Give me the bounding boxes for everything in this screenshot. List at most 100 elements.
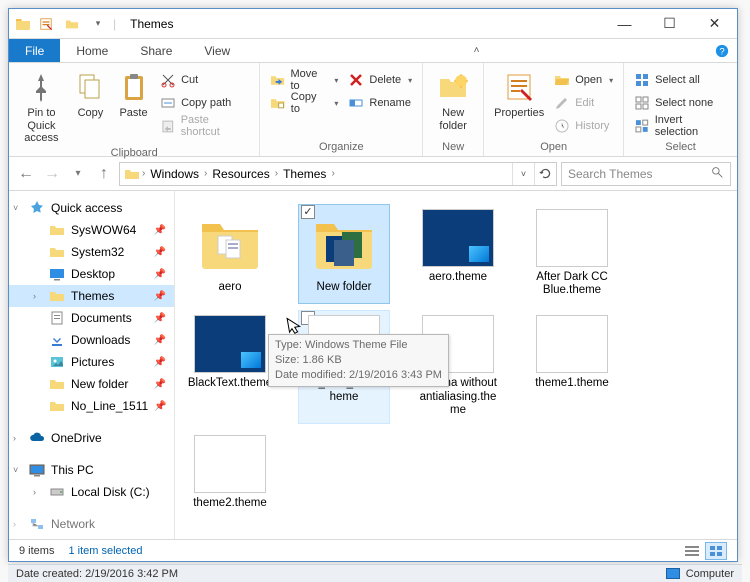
file-item[interactable]: After Dark CC Blue.theme (527, 205, 617, 303)
icons-view-button[interactable] (705, 542, 727, 560)
star-icon (29, 200, 45, 216)
file-list[interactable]: aero ✓ New folder aero.theme After Dark CC … (175, 191, 737, 539)
pin-icon: 📌 (154, 335, 166, 346)
recent-locations-button[interactable]: ▾ (67, 163, 89, 185)
group-label-open: Open (490, 139, 617, 156)
nav-downloads[interactable]: Downloads📌 (9, 329, 174, 351)
open-label: Open (575, 74, 602, 86)
nav-quick-access[interactable]: ˅ Quick access (9, 197, 174, 219)
open-button[interactable]: Open▾ (550, 69, 617, 91)
file-name: theme2.theme (193, 497, 267, 510)
help-button[interactable]: ? (707, 39, 737, 62)
forward-button[interactable]: → (41, 163, 63, 185)
expand-icon[interactable]: ˅ (13, 203, 18, 213)
history-button[interactable]: History (550, 115, 617, 137)
pin-icon: 📌 (154, 379, 166, 390)
nav-syswow64[interactable]: SysWOW64📌 (9, 219, 174, 241)
qat-properties-button[interactable] (35, 13, 57, 35)
nav-themes[interactable]: ›Themes📌 (9, 285, 174, 307)
selection-info: 1 item selected (68, 545, 142, 557)
edit-button[interactable]: Edit (550, 92, 617, 114)
select-all-button[interactable]: Select all (630, 69, 731, 91)
minimize-button[interactable]: — (602, 9, 647, 38)
search-placeholder: Search Themes (568, 167, 653, 181)
rename-button[interactable]: Rename (344, 92, 416, 114)
select-none-button[interactable]: Select none (630, 92, 731, 114)
file-name: New folder (317, 281, 372, 294)
tooltip: Type: Windows Theme File Size: 1.86 KB D… (268, 334, 449, 387)
nav-documents[interactable]: Documents📌 (9, 307, 174, 329)
invert-selection-button[interactable]: Invert selection (630, 115, 731, 137)
close-button[interactable]: ✕ (692, 9, 737, 38)
address-history-button[interactable]: ˅ (512, 163, 534, 185)
edit-label: Edit (575, 97, 594, 109)
new-folder-button[interactable]: New folder (429, 69, 477, 132)
nav-noline[interactable]: No_Line_1511📌 (9, 395, 174, 417)
copy-label: Copy (78, 107, 104, 120)
file-item[interactable]: ✓ New folder (299, 205, 389, 303)
properties-button[interactable]: Properties (490, 69, 548, 120)
navigation-bar: ← → ▾ ↑ › Windows › Resources › Themes ›… (9, 157, 737, 191)
back-button[interactable]: ← (15, 163, 37, 185)
nav-pictures[interactable]: Pictures📌 (9, 351, 174, 373)
search-icon (711, 166, 724, 182)
qat-customize-button[interactable]: ▾ (87, 13, 109, 35)
paste-button[interactable]: Paste (113, 69, 154, 120)
refresh-button[interactable] (534, 163, 556, 185)
move-to-label: Move to (290, 68, 327, 92)
title-bar: ▾ | Themes — ☐ ✕ (9, 9, 737, 39)
pin-icon: 📌 (154, 291, 166, 302)
delete-button[interactable]: Delete▾ (344, 69, 416, 91)
file-item[interactable]: theme1.theme (527, 311, 617, 423)
copy-to-button[interactable]: Copy to▾ (266, 92, 342, 114)
outer-status-bar: Date created: 2/19/2016 3:42 PM Computer (8, 564, 742, 582)
qat-newfolder-button[interactable] (61, 13, 83, 35)
details-view-button[interactable] (681, 542, 703, 560)
file-item[interactable]: aero.theme (413, 205, 503, 303)
nav-onedrive[interactable]: ›OneDrive (9, 427, 174, 449)
crumb-1[interactable]: Resources (209, 167, 272, 181)
ribbon-collapse-button[interactable]: ˄ (462, 39, 492, 62)
new-folder-label: New folder (429, 107, 477, 132)
nav-system32[interactable]: System32📌 (9, 241, 174, 263)
cut-button[interactable]: Cut (156, 69, 253, 91)
address-bar[interactable]: › Windows › Resources › Themes › ˅ (119, 162, 557, 186)
crumb-2[interactable]: Themes (280, 167, 329, 181)
theme-thumbnail (536, 315, 608, 373)
ribbon-group-clipboard: Pin to Quick access Copy Paste Cut Copy … (9, 63, 260, 156)
pin-icon: 📌 (154, 357, 166, 368)
tab-view[interactable]: View (188, 39, 246, 62)
up-button[interactable]: ↑ (93, 163, 115, 185)
file-item[interactable]: BlackText.theme (185, 311, 275, 423)
search-box[interactable]: Search Themes (561, 162, 731, 186)
ribbon-tabs: File Home Share View ˄ ? (9, 39, 737, 63)
nav-local-disk[interactable]: ›Local Disk (C:) (9, 481, 174, 503)
select-none-label: Select none (655, 97, 713, 109)
file-name: BlackText.theme (188, 377, 272, 390)
copy-path-button[interactable]: Copy path (156, 92, 253, 114)
theme-thumbnail (194, 315, 266, 373)
nav-this-pc[interactable]: ˅This PC (9, 459, 174, 481)
tab-file[interactable]: File (9, 39, 60, 62)
select-all-label: Select all (655, 74, 700, 86)
paste-shortcut-button[interactable]: Paste shortcut (156, 115, 253, 137)
folder-icon (308, 209, 380, 277)
copy-path-label: Copy path (181, 97, 231, 109)
file-item[interactable]: aero (185, 205, 275, 303)
nav-newfolder[interactable]: New folder📌 (9, 373, 174, 395)
pin-quick-access-button[interactable]: Pin to Quick access (15, 69, 68, 145)
maximize-button[interactable]: ☐ (647, 9, 692, 38)
crumb-0[interactable]: Windows (147, 167, 202, 181)
network-icon (29, 516, 45, 532)
file-item[interactable]: theme2.theme (185, 431, 275, 516)
tab-home[interactable]: Home (60, 39, 124, 62)
file-name: aero (218, 281, 241, 294)
tab-share[interactable]: Share (124, 39, 188, 62)
explorer-window: ▾ | Themes — ☐ ✕ File Home Share View ˄ … (8, 8, 738, 562)
copy-button[interactable]: Copy (70, 69, 111, 120)
nav-desktop[interactable]: Desktop📌 (9, 263, 174, 285)
pin-icon: 📌 (154, 225, 166, 236)
nav-network[interactable]: ›Network (9, 513, 174, 535)
properties-label: Properties (494, 107, 544, 120)
move-to-button[interactable]: Move to▾ (266, 69, 342, 91)
